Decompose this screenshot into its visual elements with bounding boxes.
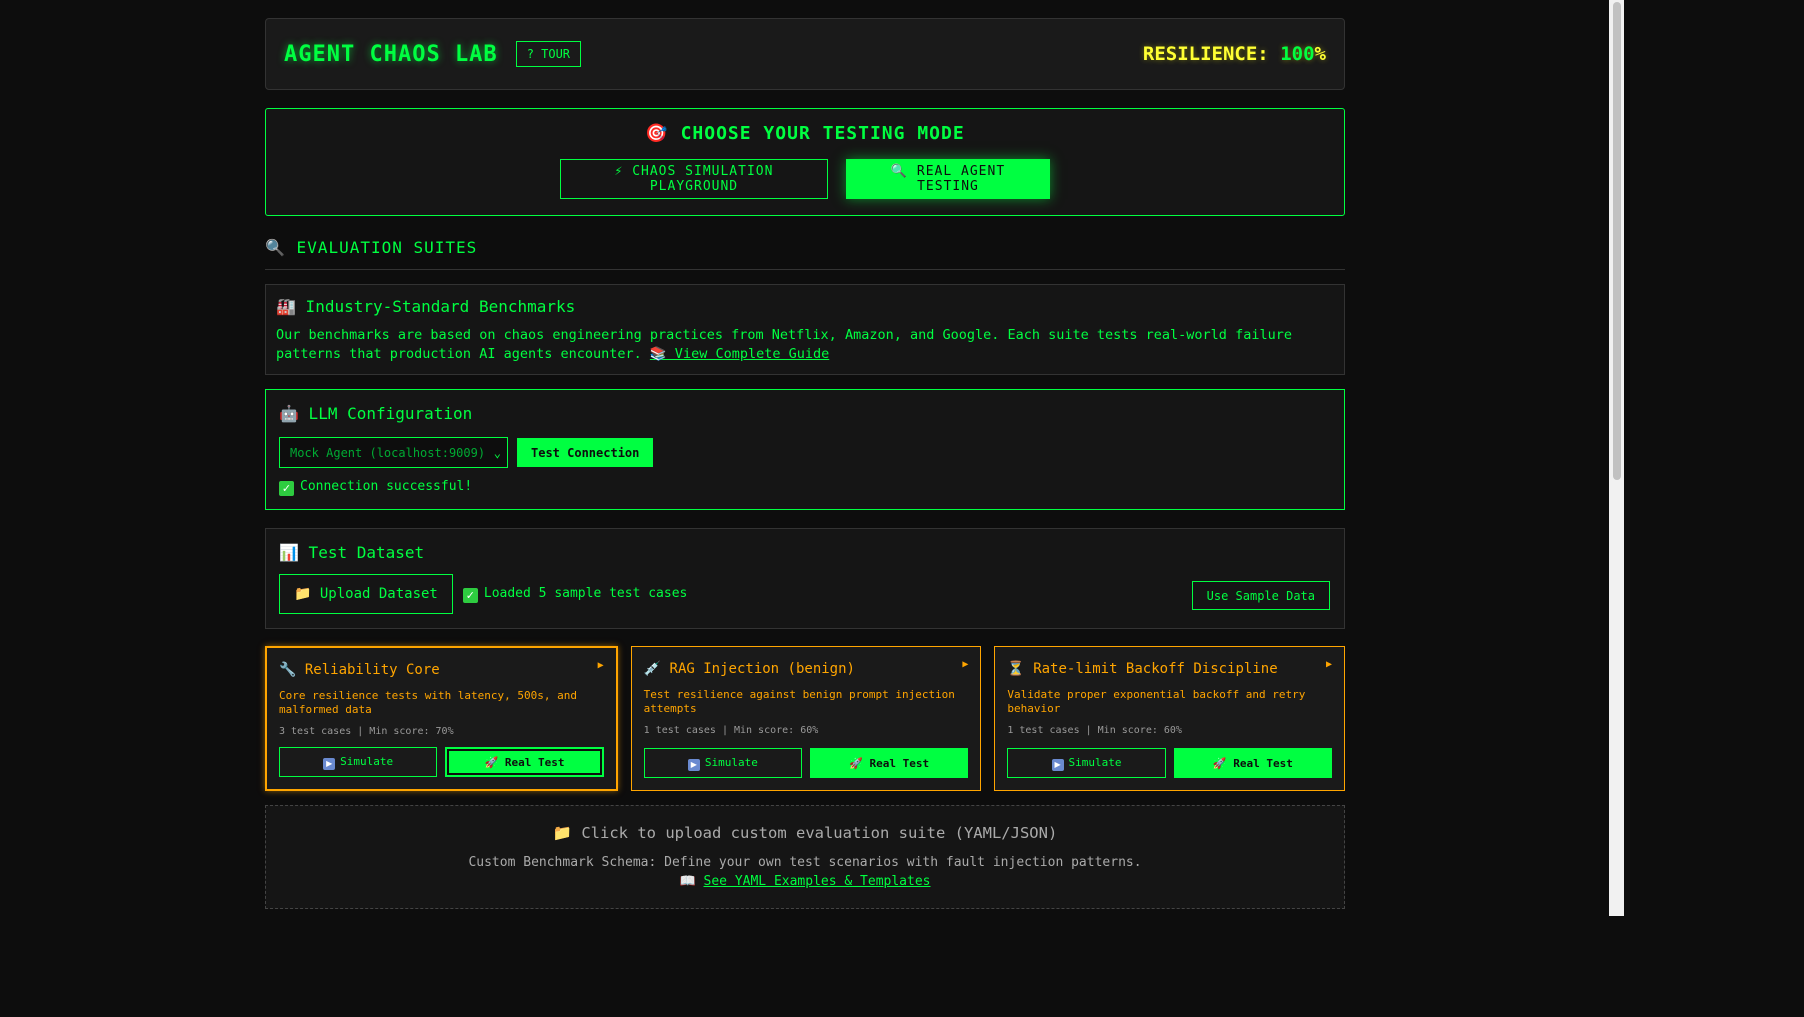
mode-buttons: ⚡ CHAOS SIMULATION PLAYGROUND 🔍 REAL AGE… — [266, 159, 1344, 199]
suite-buttons: ▶ Simulate 🚀 Real Test — [1007, 748, 1333, 778]
suite-card-rag-injection[interactable]: 💉 RAG Injection (benign) ▶ Test resilien… — [630, 646, 982, 791]
custom-suite-upload[interactable]: 📁 Click to upload custom evaluation suit… — [265, 805, 1345, 909]
suite-title: 💉 RAG Injection (benign) — [643, 661, 855, 677]
upload-dataset-button[interactable]: 📁 Upload Dataset — [279, 574, 453, 614]
suite-buttons: ▶ Simulate 🚀 Real Test — [643, 748, 969, 778]
real-test-button[interactable]: 🚀 Real Test — [810, 748, 969, 778]
play-icon: ▶ — [687, 758, 700, 771]
benchmarks-description: Our benchmarks are based on chaos engine… — [276, 326, 1334, 364]
llm-config-heading: 🤖 LLM Configuration — [279, 404, 473, 423]
agent-select[interactable]: Mock Agent (localhost:9009) ⌄ — [279, 437, 508, 468]
scrollbar-thumb[interactable] — [1613, 2, 1621, 480]
play-icon: ▶ — [1051, 758, 1064, 771]
chaos-playground-button[interactable]: ⚡ CHAOS SIMULATION PLAYGROUND — [560, 159, 828, 199]
expand-arrow-icon[interactable]: ▶ — [962, 659, 968, 670]
testing-mode-panel: 🎯 CHOOSE YOUR TESTING MODE ⚡ CHAOS SIMUL… — [265, 108, 1345, 216]
view-guide-link[interactable]: 📚 View Complete Guide — [650, 346, 829, 362]
simulate-label: Simulate — [1068, 755, 1122, 769]
testing-mode-title: 🎯 CHOOSE YOUR TESTING MODE — [645, 123, 965, 144]
llm-config-panel: 🤖 LLM Configuration Mock Agent (localhos… — [265, 389, 1345, 510]
simulate-label: Simulate — [704, 755, 758, 769]
simulate-button[interactable]: ▶ Simulate — [1007, 748, 1166, 778]
simulate-button[interactable]: ▶ Simulate — [279, 747, 438, 777]
suite-buttons: ▶ Simulate 🚀 Real Test — [279, 747, 604, 777]
use-sample-data-button[interactable]: Use Sample Data — [1191, 581, 1330, 610]
dataset-status: ✓ Loaded 5 sample test cases — [462, 585, 688, 603]
book-icon: 📖 — [679, 874, 704, 889]
custom-schema-text: Custom Benchmark Schema: Define your own… — [468, 855, 1142, 870]
resilience-score: RESILIENCE: 100% — [1143, 43, 1326, 65]
play-icon: ▶ — [323, 757, 336, 770]
chevron-down-icon: ⌄ — [493, 445, 501, 460]
suite-card-reliability-core[interactable]: 🔧 Reliability Core ▶ Core resilience tes… — [265, 646, 618, 791]
main-container: AGENT CHAOS LAB ? TOUR RESILIENCE: 100% … — [265, 18, 1346, 909]
suite-card-rate-limit-backoff[interactable]: ⏳ Rate-limit Backoff Discipline ▶ Valida… — [994, 646, 1346, 791]
test-dataset-heading: 📊 Test Dataset — [279, 543, 425, 562]
simulate-button[interactable]: ▶ Simulate — [643, 748, 803, 778]
app-header: AGENT CHAOS LAB ? TOUR RESILIENCE: 100% — [265, 18, 1345, 90]
dataset-row: 📁 Upload Dataset ✓ Loaded 5 sample test c… — [279, 574, 1331, 614]
connection-status-text: Connection successful! — [300, 479, 473, 494]
llm-config-row: Mock Agent (localhost:9009) ⌄ Test Conne… — [279, 437, 1331, 468]
app-title: AGENT CHAOS LAB — [284, 41, 498, 67]
suite-description: Test resilience against benign prompt in… — [643, 688, 955, 715]
evaluation-suites-title: 🔍 EVALUATION SUITES — [265, 238, 1345, 270]
resilience-suffix: % — [1314, 43, 1326, 65]
custom-link-row: 📖 See YAML Examples & Templates — [266, 874, 1344, 889]
test-dataset-panel: 📊 Test Dataset 📁 Upload Dataset ✓ Loaded … — [265, 528, 1345, 629]
resilience-label: RESILIENCE: — [1142, 43, 1269, 65]
suite-description: Validate proper exponential backoff and … — [1007, 688, 1306, 715]
custom-upload-heading: 📁 Click to upload custom evaluation suit… — [552, 824, 1058, 842]
real-agent-testing-button[interactable]: 🔍 REAL AGENT TESTING — [846, 159, 1050, 199]
test-connection-button[interactable]: Test Connection — [517, 438, 654, 467]
tour-button[interactable]: ? TOUR — [515, 41, 582, 67]
suite-meta: 1 test cases | Min score: 60% — [1007, 725, 1182, 736]
header-left: AGENT CHAOS LAB ? TOUR — [284, 41, 582, 67]
suite-meta: 3 test cases | Min score: 70% — [279, 726, 454, 737]
real-test-button[interactable]: 🚀 Real Test — [1173, 748, 1333, 778]
benchmarks-heading: 🏭 Industry-Standard Benchmarks — [276, 297, 576, 316]
real-test-button[interactable]: 🚀 Real Test — [445, 747, 604, 777]
suite-meta: 1 test cases | Min score: 60% — [643, 725, 819, 736]
scrollbar[interactable] — [1609, 0, 1624, 916]
yaml-examples-link[interactable]: See YAML Examples & Templates — [704, 874, 931, 889]
agent-select-value: Mock Agent (localhost:9009) — [290, 445, 486, 460]
suite-title: ⏳ Rate-limit Backoff Discipline — [1007, 661, 1278, 677]
check-icon: ✓ — [462, 587, 478, 603]
suite-cards: 🔧 Reliability Core ▶ Core resilience tes… — [265, 646, 1346, 791]
resilience-value: 100 — [1280, 43, 1315, 65]
simulate-label: Simulate — [340, 754, 394, 768]
expand-arrow-icon[interactable]: ▶ — [1326, 659, 1332, 670]
expand-arrow-icon[interactable]: ▶ — [598, 660, 604, 671]
suite-title: 🔧 Reliability Core — [279, 662, 440, 678]
connection-status: ✓ Connection successful! — [279, 479, 1331, 496]
benchmarks-panel: 🏭 Industry-Standard Benchmarks Our bench… — [265, 284, 1345, 375]
check-icon: ✓ — [279, 481, 294, 496]
dataset-status-text: Loaded 5 sample test cases — [483, 585, 688, 601]
suite-description: Core resilience tests with latency, 500s… — [279, 689, 578, 716]
